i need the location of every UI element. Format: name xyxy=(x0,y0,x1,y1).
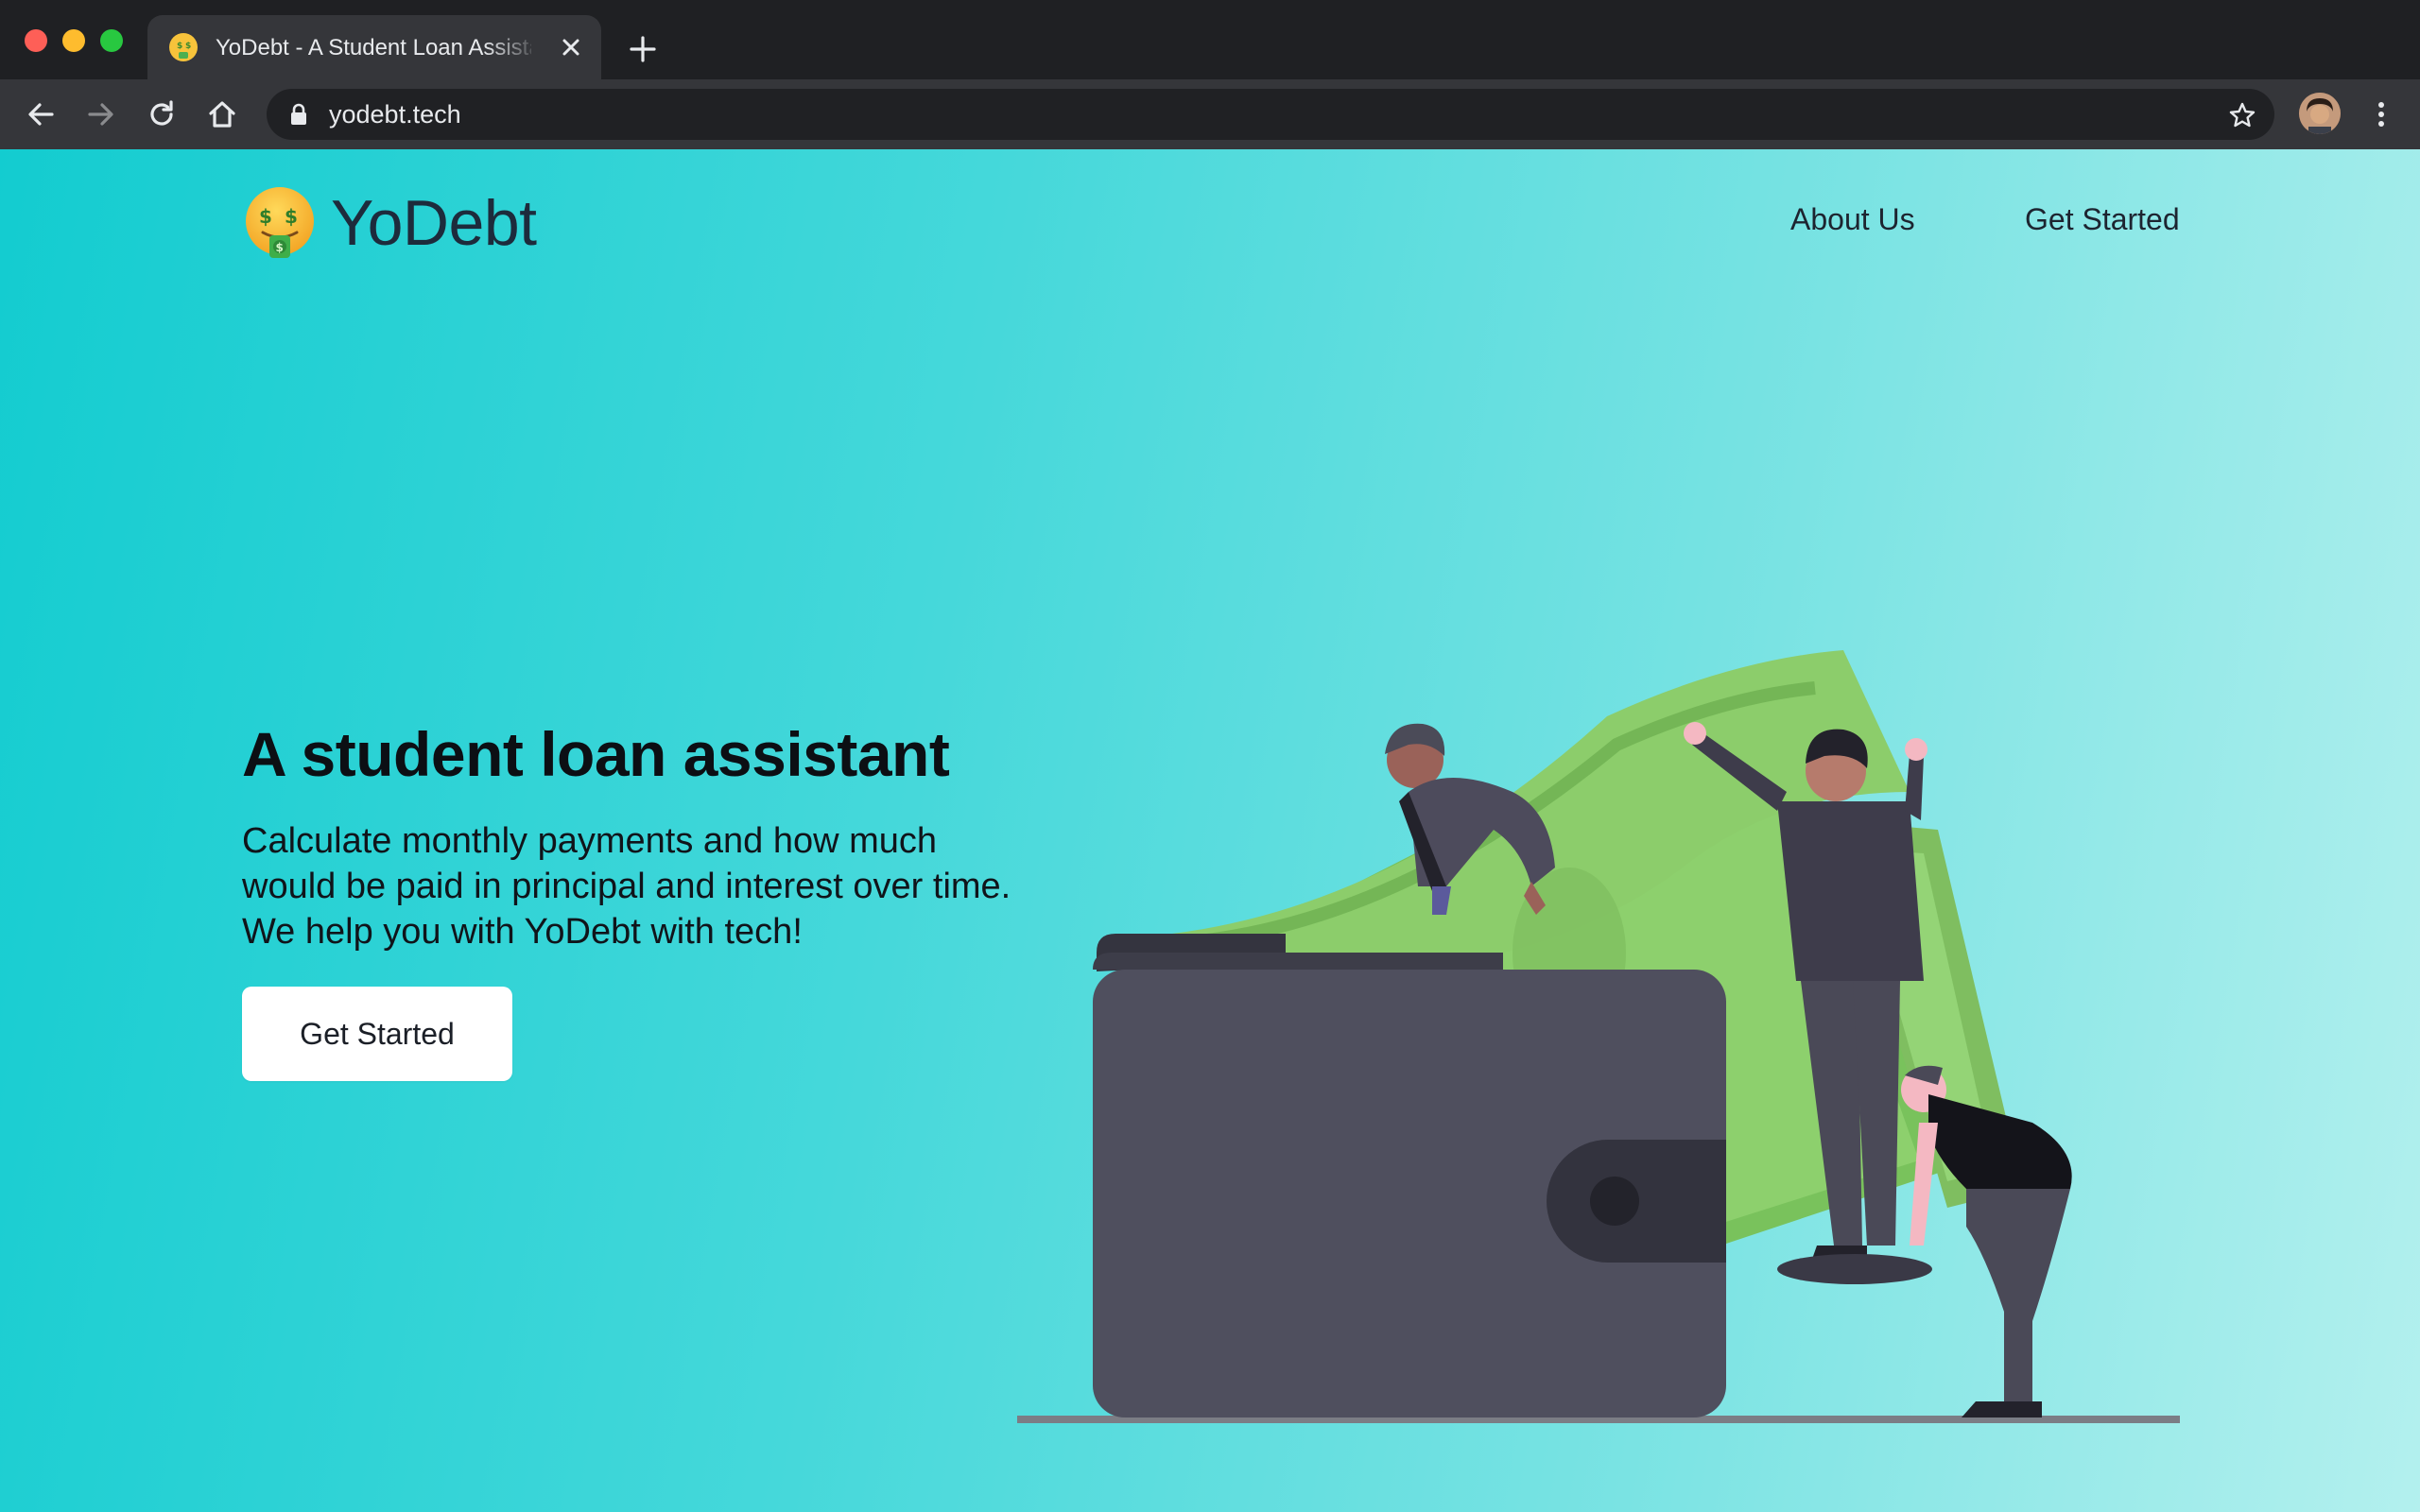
svg-text:$: $ xyxy=(285,205,298,228)
site-logo[interactable]: $ $ $ YoDebt xyxy=(242,183,537,263)
bookmark-star-icon[interactable] xyxy=(2227,100,2257,130)
svg-text:$: $ xyxy=(276,241,284,254)
close-icon[interactable] xyxy=(556,32,586,62)
hero-subtitle: Calculate monthly payments and how much … xyxy=(242,821,1011,952)
money-mouth-face-icon: $ $ $ xyxy=(246,187,314,258)
back-arrow-icon[interactable] xyxy=(23,96,59,132)
profile-avatar[interactable] xyxy=(2299,93,2341,134)
home-icon[interactable] xyxy=(204,96,240,132)
hero-title: A student loan assistant xyxy=(242,719,950,789)
browser-titlebar: $ $ YoDebt - A Student Loan Assistant xyxy=(0,0,2420,79)
new-tab-plus-icon[interactable] xyxy=(626,32,660,66)
get-started-button[interactable]: Get Started xyxy=(242,987,512,1081)
tab-title-fade xyxy=(484,30,541,66)
nav-get-started[interactable]: Get Started xyxy=(2025,198,2180,240)
nav-about-us[interactable]: About Us xyxy=(1790,198,1915,240)
page-content: $ $ $ YoDebt About Us Get Started A stud… xyxy=(0,149,2420,1512)
more-vert-icon[interactable] xyxy=(2363,96,2399,132)
browser-tab[interactable]: $ $ YoDebt - A Student Loan Assistant xyxy=(147,15,601,79)
forward-arrow-icon[interactable] xyxy=(83,96,119,132)
lock-icon[interactable] xyxy=(289,103,308,126)
reload-icon[interactable] xyxy=(144,96,180,132)
wallet-money-people-illustration xyxy=(1017,650,2180,1423)
svg-text:$: $ xyxy=(185,42,191,51)
svg-text:$: $ xyxy=(177,42,182,51)
avatar-face-icon xyxy=(2299,93,2341,134)
browser-toolbar: yodebt.tech xyxy=(0,79,2420,149)
window-minimize-button[interactable] xyxy=(62,29,85,52)
window-close-button[interactable] xyxy=(25,29,47,52)
url-text[interactable]: yodebt.tech xyxy=(329,98,461,130)
brand-name: YoDebt xyxy=(331,187,537,259)
window-maximize-button[interactable] xyxy=(100,29,123,52)
address-bar[interactable]: yodebt.tech xyxy=(267,89,2274,140)
svg-text:$: $ xyxy=(259,205,272,228)
money-mouth-face-icon: $ $ xyxy=(169,33,198,61)
